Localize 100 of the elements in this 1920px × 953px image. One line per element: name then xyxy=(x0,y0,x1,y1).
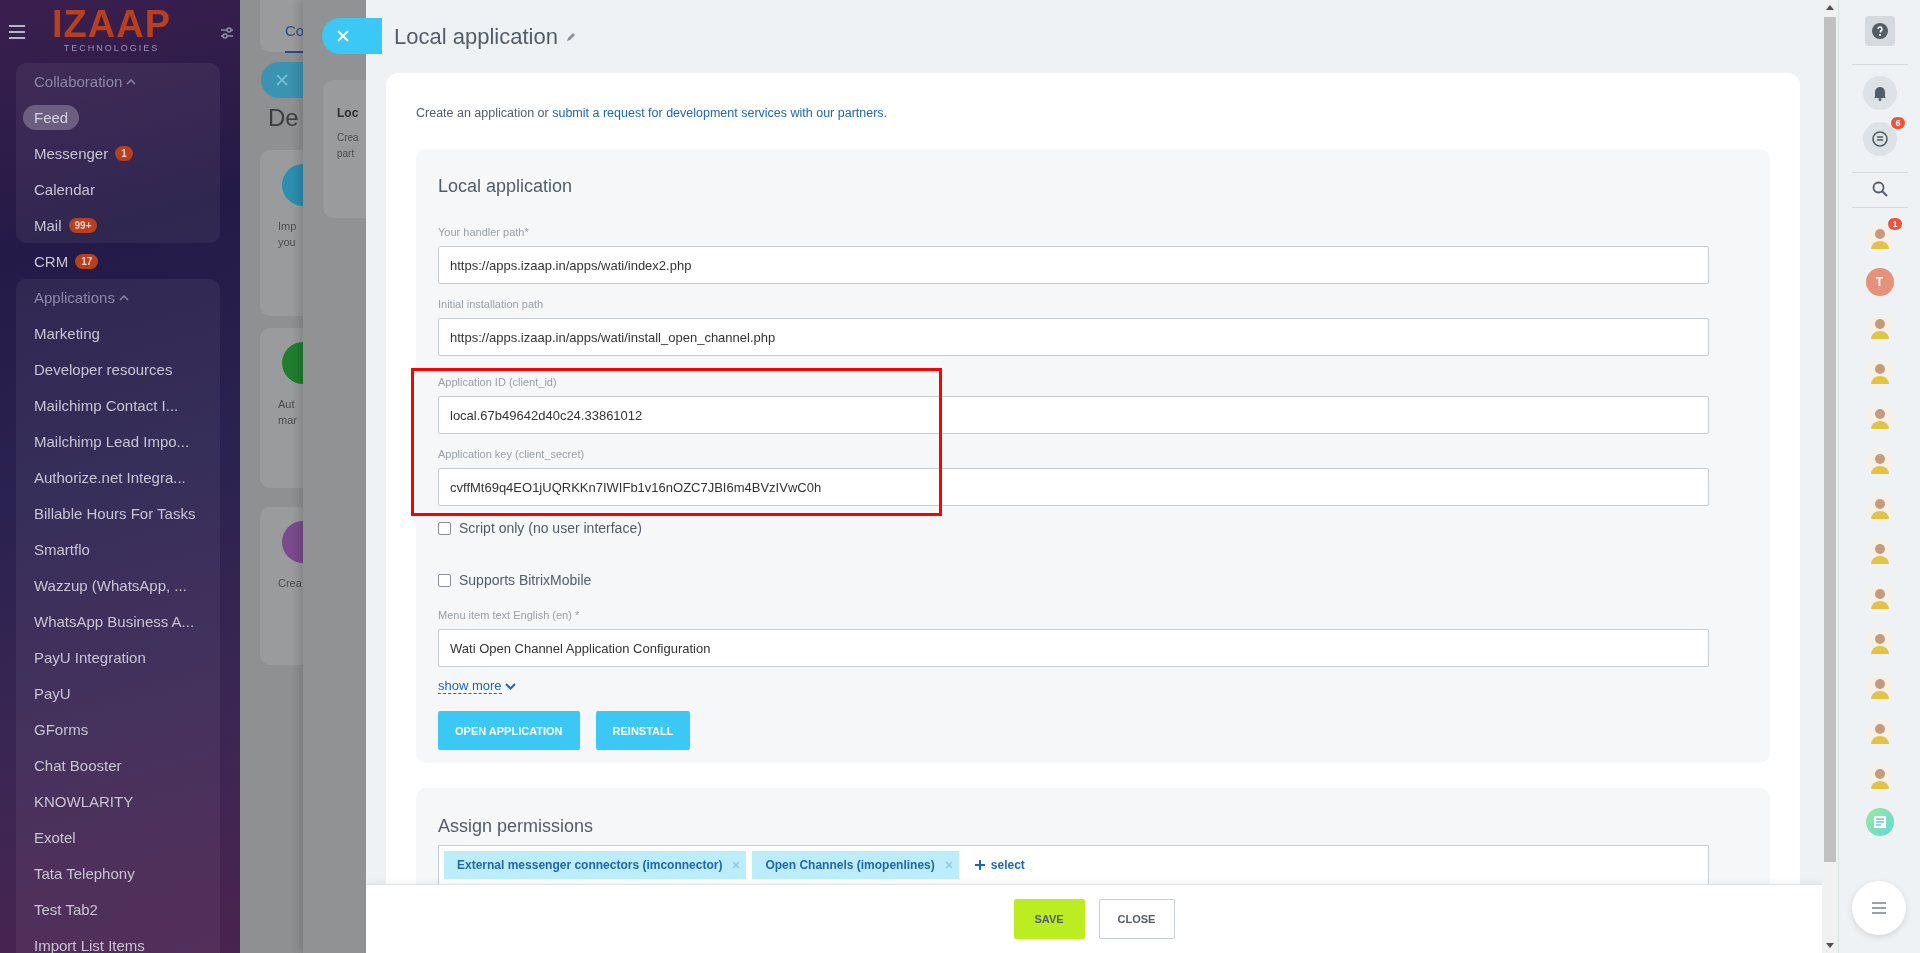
menu-item[interactable]: Authorize.net Integra... xyxy=(34,465,186,489)
section-title: Local application xyxy=(438,175,574,198)
avatar[interactable] xyxy=(1865,763,1894,791)
card-text: part xyxy=(337,148,355,159)
close-button[interactable]: CLOSE xyxy=(1098,899,1175,939)
menu-item[interactable]: Mailchimp Contact I... xyxy=(34,393,179,417)
tag-label: External messenger connectors (imconnector) xyxy=(457,858,723,872)
menu-item[interactable]: Billable Hours For Tasks xyxy=(34,501,196,525)
logo-tagline: TECHNOLOGIES xyxy=(63,42,160,53)
avatar[interactable] xyxy=(1865,403,1894,431)
avatar[interactable] xyxy=(1865,448,1894,476)
permissions-field[interactable]: External messenger connectors (imconnector) Open Channels (imopenlines) select xyxy=(438,845,1709,885)
help-icon xyxy=(1871,23,1888,39)
count-badge: 6 xyxy=(1890,116,1906,130)
section-title[interactable]: Collaboration xyxy=(34,72,123,90)
checkbox[interactable] xyxy=(438,521,451,535)
logo-text: IZAAP xyxy=(52,4,171,43)
checkbox[interactable] xyxy=(438,573,451,587)
card-text: Crea xyxy=(337,132,359,143)
field-label: Application key (client_secret) xyxy=(438,447,585,462)
input-field[interactable]: https://apps.izaap.in/apps/wati/index2.php xyxy=(438,246,1709,284)
menu-item[interactable]: Smartflo xyxy=(34,537,90,561)
close-button[interactable] xyxy=(261,62,303,98)
field-label: Menu item text English (en) * xyxy=(438,608,580,623)
menu-item[interactable]: Mailchimp Lead Impo... xyxy=(34,429,190,453)
section-title[interactable]: Applications xyxy=(34,288,115,306)
chat-icon xyxy=(1870,130,1889,148)
menu-item[interactable]: Mail xyxy=(34,213,62,237)
menu-icon[interactable] xyxy=(8,24,26,39)
checkbox-label: Script only (no user interface) xyxy=(459,520,642,536)
plus-icon[interactable] xyxy=(974,860,985,870)
pencil-icon[interactable] xyxy=(565,31,576,42)
field-label: Your handler path* xyxy=(438,225,529,240)
close-icon[interactable] xyxy=(944,861,953,869)
close-icon xyxy=(275,73,289,87)
field-label: Initial installation path xyxy=(438,297,544,312)
avatar[interactable] xyxy=(1865,673,1894,701)
list-icon xyxy=(1871,902,1887,914)
menu-item[interactable]: PayU xyxy=(34,681,71,705)
app-card[interactable]: Loc Crea part xyxy=(323,80,366,218)
menu-item[interactable]: KNOWLARITY xyxy=(34,789,134,813)
menu-item[interactable]: PayU Integration xyxy=(34,645,146,669)
save-button[interactable]: SAVE xyxy=(1013,899,1085,939)
menu-item[interactable]: CRM xyxy=(34,249,69,273)
select-link[interactable]: select xyxy=(990,858,1025,872)
input-field[interactable]: cvffMt69q4EO1jUQRKKn7IWIFb1v16nOZC7JBI6m4BVzIVwC0h xyxy=(438,468,1709,506)
menu-item[interactable]: Messenger xyxy=(34,141,109,165)
avatar[interactable] xyxy=(1865,718,1894,746)
avatar[interactable] xyxy=(1865,583,1894,611)
card-text: Imp xyxy=(278,220,297,232)
menu-item[interactable]: Tata Telephony xyxy=(34,861,135,885)
panel-title: Local application xyxy=(394,23,558,50)
menu-item[interactable]: WhatsApp Business A... xyxy=(34,609,195,633)
menu-item[interactable]: Exotel xyxy=(34,825,76,849)
menu-button[interactable] xyxy=(1852,881,1906,935)
show-more-link[interactable]: show more xyxy=(438,678,502,694)
card-text: mar xyxy=(278,414,297,426)
menu-item[interactable]: Marketing xyxy=(34,321,100,345)
app-icon[interactable] xyxy=(1865,808,1894,836)
permission-tag[interactable]: External messenger connectors (imconnector) xyxy=(444,851,747,879)
card-text: Crea xyxy=(278,577,302,589)
input-field[interactable]: https://apps.izaap.in/apps/wati/install_open_channel.php xyxy=(438,318,1709,356)
chevron-icon[interactable] xyxy=(118,293,129,301)
close-icon xyxy=(336,29,350,43)
card-text: Aut xyxy=(278,398,295,410)
menu-item[interactable]: Import List Items xyxy=(34,933,145,953)
menu-item[interactable]: Calendar xyxy=(34,177,95,201)
avatar[interactable] xyxy=(1865,493,1894,521)
settings-icon[interactable] xyxy=(220,26,234,40)
notifications-button[interactable] xyxy=(1862,76,1897,110)
close-icon[interactable] xyxy=(732,861,741,869)
checkbox-label: Supports BitrixMobile xyxy=(459,572,592,588)
input-field[interactable]: Wati Open Channel Application Configuration xyxy=(438,629,1709,667)
input-field[interactable]: local.67b49642d40c24.33861012 xyxy=(438,396,1709,434)
search-icon[interactable] xyxy=(1871,181,1888,197)
avatar[interactable] xyxy=(1865,313,1894,341)
count-badge: 1 xyxy=(1887,217,1903,231)
menu-item[interactable]: Developer resources xyxy=(34,357,173,381)
close-button[interactable] xyxy=(322,18,382,54)
menu-item[interactable]: Feed xyxy=(23,104,80,130)
avatar[interactable] xyxy=(1865,628,1894,656)
menu-item[interactable]: GForms xyxy=(34,717,89,741)
avatar[interactable] xyxy=(1865,358,1894,386)
count-badge: 17 xyxy=(75,253,99,269)
chats-button[interactable] xyxy=(1862,122,1897,156)
avatar[interactable] xyxy=(1865,538,1894,566)
menu-item[interactable]: Wazzup (WhatsApp, ... xyxy=(34,573,187,597)
page-heading: De xyxy=(268,104,299,132)
help-button[interactable] xyxy=(1864,16,1895,46)
chevron-down-icon[interactable] xyxy=(504,682,516,690)
tag-label: Open Channels (imopenlines) xyxy=(765,858,935,872)
section-title: Assign permissions xyxy=(438,816,595,836)
menu-item[interactable]: Test Tab2 xyxy=(34,897,98,921)
avatar[interactable] xyxy=(1865,223,1894,251)
chevron-icon[interactable] xyxy=(126,77,137,85)
newspaper-icon xyxy=(1871,814,1888,830)
partners-link[interactable]: submit a request for development services with our partners. xyxy=(552,106,888,120)
menu-item[interactable]: Chat Booster xyxy=(34,753,122,777)
intro-text: Create an application or submit a request for development services with our partners. xyxy=(416,105,889,121)
permission-tag[interactable]: Open Channels (imopenlines) xyxy=(752,851,959,879)
